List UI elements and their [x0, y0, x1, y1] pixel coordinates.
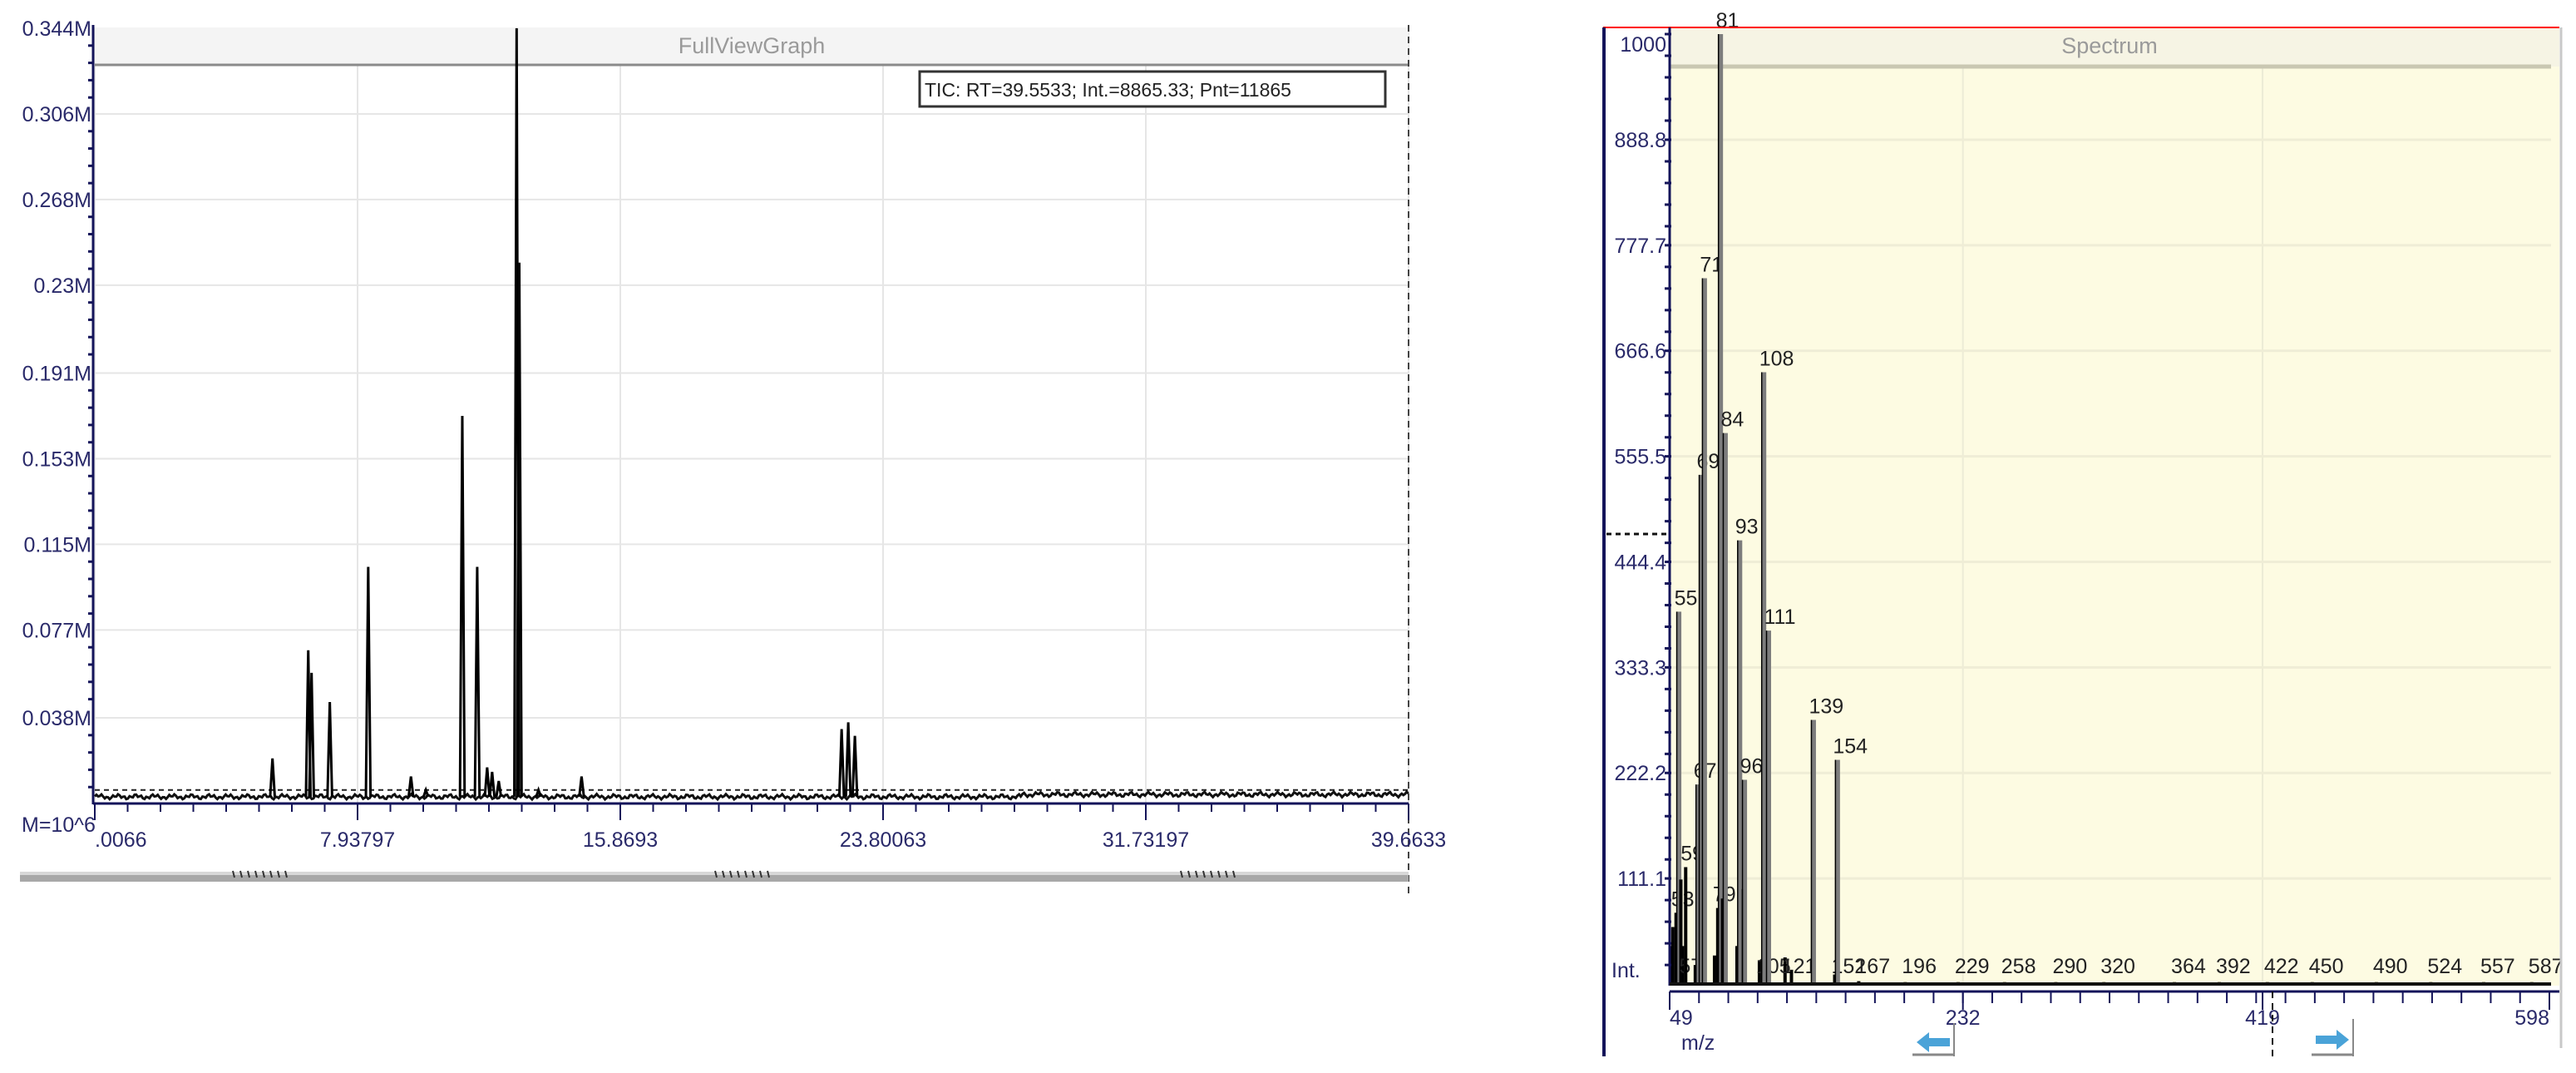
spectrum-peak-label: 320	[2100, 955, 2135, 978]
spectrum-peak-label: 55	[1675, 586, 1698, 610]
tic-x-tick-label: 15.8693	[583, 828, 658, 852]
spectrum-peak-label: 108	[1759, 348, 1794, 371]
spectrum-y-tick-label: 666.6	[1614, 340, 1666, 363]
spectrum-title: Spectrum	[2061, 33, 2158, 58]
spectrum-peak-label: 93	[1735, 516, 1759, 539]
spectrum-peak-label: 258	[2001, 955, 2036, 978]
tic-y-unit-label: M=10^6	[22, 813, 96, 837]
spectrum-y-tick-label: 333.3	[1614, 656, 1666, 680]
spectrum-x-label: m/z	[1681, 1031, 1715, 1055]
spectrum-peak-label: 229	[1955, 955, 1990, 978]
tic-x-tick-label: 39.6633	[1371, 828, 1446, 852]
tic-horizontal-scrollbar[interactable]	[20, 870, 1409, 882]
tic-legend: TIC: RT=39.5533; Int.=8865.33; Pnt=11865	[925, 79, 1291, 101]
tic-y-tick-label: 0.306M	[22, 103, 91, 126]
tic-y-tick-label: 0.153M	[22, 447, 91, 471]
spectrum-peak-label: 84	[1720, 408, 1744, 432]
spectrum-y-tick-label: 111.1	[1617, 868, 1666, 891]
spectrum-peak-label: 557	[2480, 955, 2515, 978]
spectrum-peak-label: 450	[2309, 955, 2344, 978]
spectrum-y-tick-label: 222.2	[1614, 762, 1666, 785]
spectrum-plot-area	[1670, 27, 2559, 986]
spectrum-x-tick-label: 419	[2245, 1006, 2280, 1030]
chart-canvas: FullViewGraph TIC: RT=39.5533; Int.=8865…	[20, 9, 2569, 1061]
spectrum-peak-label: 196	[1902, 955, 1937, 978]
spectrum-y-tick-label: 777.7	[1614, 235, 1666, 258]
tic-title: FullViewGraph	[679, 33, 826, 58]
spectrum-x-tick-label: 49	[1670, 1006, 1693, 1030]
tic-chart[interactable]: FullViewGraph TIC: RT=39.5533; Int.=8865…	[20, 17, 1446, 894]
spectrum-peak-label: 290	[2052, 955, 2087, 978]
tic-x-tick-label: 7.93797	[320, 828, 395, 852]
tic-x-tick-label: 23.80063	[840, 828, 926, 852]
spectrum-peak-label: 587	[2529, 955, 2564, 978]
spectrum-peak-label: 154	[1833, 734, 1868, 758]
spectrum-peak-label: 364	[2171, 955, 2206, 978]
tic-y-tick-label: 0.191M	[22, 363, 91, 386]
spectrum-x-tick-label: 598	[2514, 1006, 2549, 1030]
spectrum-y-label: Int.	[1611, 959, 1641, 982]
spectrum-peak-label: 422	[2264, 955, 2299, 978]
tic-y-tick-label: 0.115M	[23, 533, 91, 556]
spectrum-chart[interactable]: Spectrum 5355575967697179818493961051081…	[1602, 9, 2569, 1061]
spectrum-peak-label: 392	[2216, 955, 2251, 978]
spectrum-x-tick-label: 232	[1946, 1006, 1981, 1030]
spectrum-peak-label: 139	[1809, 695, 1843, 719]
spectrum-peak-label: 53	[1671, 888, 1695, 911]
tic-y-tick-label: 0.077M	[22, 619, 91, 642]
tic-y-tick-label: 0.344M	[22, 17, 91, 41]
tic-y-tick-label: 0.23M	[34, 274, 91, 298]
tic-y-tick-label: 0.268M	[22, 189, 91, 212]
tic-x-tick-label: 31.73197	[1103, 828, 1189, 852]
spectrum-y-tick-label: 555.5	[1614, 446, 1666, 469]
spectrum-y-tick-label: 444.4	[1614, 551, 1666, 574]
spectrum-peak-label: 490	[2373, 955, 2408, 978]
spectrum-y-tick-label: 1000	[1620, 33, 1666, 57]
spectrum-peak-label: 167	[1855, 955, 1890, 978]
spectrum-peak-label: 96	[1740, 754, 1764, 778]
spectrum-peak-label: 81	[1716, 9, 1740, 32]
spectrum-y-tick-label: 888.8	[1614, 129, 1666, 152]
scrollbar-highlight	[20, 872, 1409, 875]
spectrum-peak-label: 69	[1697, 450, 1720, 473]
tic-x-tick-label: .0066	[95, 828, 147, 852]
tic-plot-area	[95, 27, 1409, 803]
spectrum-peak-label: 524	[2427, 955, 2462, 978]
spectrum-peak-label: 111	[1764, 606, 1795, 629]
tic-y-tick-label: 0.038M	[22, 707, 91, 730]
